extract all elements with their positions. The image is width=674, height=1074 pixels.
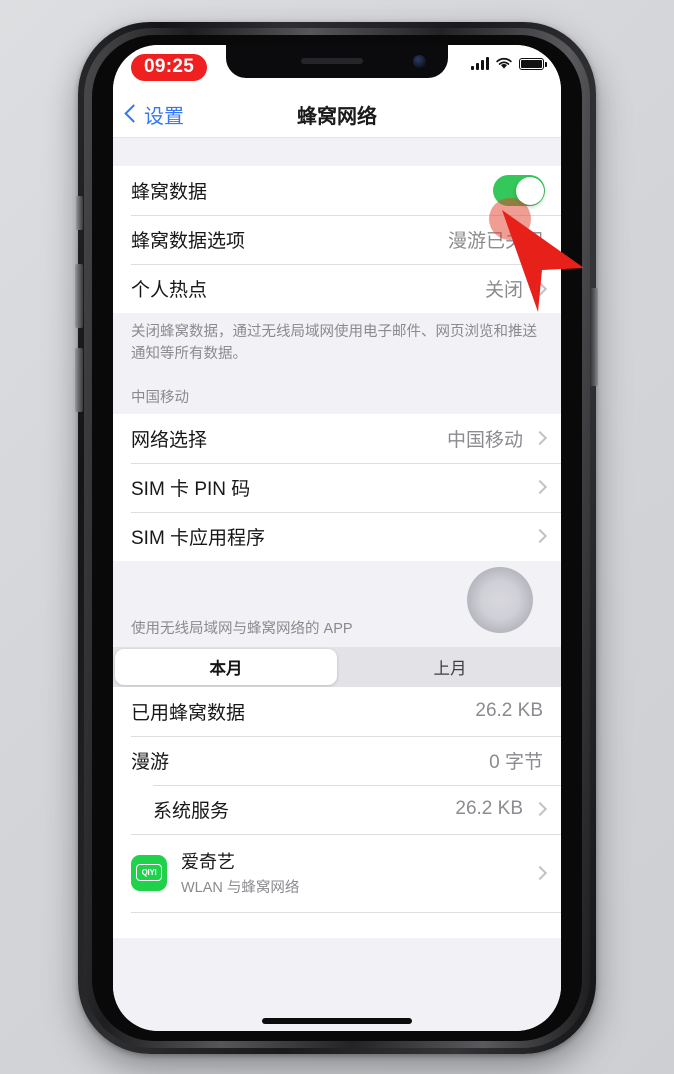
volume-up-button[interactable] [75,264,83,328]
chevron-right-icon [532,865,548,880]
home-indicator[interactable] [262,1018,412,1024]
iqiyi-app-icon: QIYI [131,854,167,891]
row-label: 蜂窝数据 [131,182,208,203]
row-cellular-data-used: 已用蜂窝数据 26.2 KB [113,686,561,736]
row-value: 漫游已关闭 [447,231,543,252]
row-label: SIM 卡 PIN 码 [131,478,251,500]
section-gap-top [113,138,561,166]
cellular-group: 蜂窝数据 蜂窝数据选项 漫游已关闭 个人热点 关闭 [113,166,561,313]
wifi-icon [496,57,512,69]
phone-screen: 09:25 设置 蜂窝网络 蜂窝数据 蜂窝数据选项 漫游已关闭 个人热点 关闭 … [113,45,561,1031]
app-icon-label: QIYI [136,864,162,881]
row-label: 漫游 [131,751,170,773]
chevron-right-icon [532,281,548,296]
gray-touch-indicator-icon [467,566,533,633]
row-label: SIM 卡应用程序 [131,527,266,549]
app-subtitle: WLAN 与蜂窝网络 [181,880,300,896]
status-bar-indicators [471,57,547,70]
segment-this-month[interactable]: 本月 [115,648,337,685]
silent-switch-button[interactable] [76,196,83,230]
carrier-section-header: 中国移动 [113,377,561,414]
chevron-right-icon [532,430,548,446]
toggle-knob [515,176,544,205]
navigation-bar: 设置 蜂窝网络 [113,91,561,138]
cellular-data-toggle[interactable] [493,175,545,206]
screenshot-stage: 09:25 设置 蜂窝网络 蜂窝数据 蜂窝数据选项 漫游已关闭 个人热点 关闭 … [0,0,674,1074]
status-bar: 09:25 [113,45,561,91]
carrier-group: 网络选择 中国移动 SIM 卡 PIN 码 SIM 卡应用程序 [113,413,561,561]
front-camera-icon [413,55,426,68]
apps-section-header: 使用无线局域网与蜂窝网络的 APP [131,620,353,637]
chevron-right-icon [532,801,548,817]
row-value: 0 字节 [489,751,543,773]
power-button[interactable] [590,288,598,386]
back-button-label: 设置 [144,105,184,128]
row-sim-pin[interactable]: SIM 卡 PIN 码 [113,462,561,512]
row-value: 关闭 [484,280,523,301]
row-system-services[interactable]: 系统服务 26.2 KB [113,784,561,834]
apps-section-header-area: 使用无线局域网与蜂窝网络的 APP [113,560,561,647]
row-roaming: 漫游 0 字节 [113,735,561,785]
volume-down-button[interactable] [75,348,83,412]
segment-last-month[interactable]: 上月 [339,647,561,687]
cellular-bars-icon [471,57,489,70]
row-sim-applications[interactable]: SIM 卡应用程序 [113,511,561,561]
cellular-footer-note: 关闭蜂窝数据，通过无线局域网使用电子邮件、网页浏览和推送通知等所有数据。 [113,313,561,378]
usage-group: 已用蜂窝数据 26.2 KB 漫游 0 字节 系统服务 26.2 KB QIYI [113,686,561,938]
app-text-block: 爱奇艺 WLAN 与蜂窝网络 [181,848,525,897]
chevron-right-icon [532,479,548,495]
app-list-item-partial[interactable] [113,911,561,938]
back-button[interactable]: 设置 [124,100,184,129]
row-label: 已用蜂窝数据 [131,702,246,724]
row-personal-hotspot[interactable]: 个人热点 关闭 [113,264,561,313]
display-notch [226,45,448,78]
row-label: 个人热点 [131,280,208,301]
row-label: 系统服务 [153,800,230,822]
app-name: 爱奇艺 [181,852,235,872]
row-label: 网络选择 [131,429,208,451]
chevron-left-icon [124,104,143,123]
row-value: 26.2 KB [475,700,543,721]
row-label: 蜂窝数据选项 [131,231,246,252]
row-cellular-data[interactable]: 蜂窝数据 [113,166,561,215]
status-bar-time: 09:25 [131,54,208,81]
earpiece-speaker-icon [301,58,364,64]
row-value: 中国移动 [446,429,523,451]
chevron-right-icon [532,528,548,544]
app-list-item-iqiyi[interactable]: QIYI 爱奇艺 WLAN 与蜂窝网络 [113,833,561,912]
month-segmented-control[interactable]: 本月 上月 [113,646,561,687]
row-cellular-data-options[interactable]: 蜂窝数据选项 漫游已关闭 [113,215,561,264]
battery-full-icon [519,57,547,70]
row-value: 26.2 KB [455,798,523,819]
row-network-selection[interactable]: 网络选择 中国移动 [113,413,561,463]
settings-scroll-view[interactable]: 蜂窝数据 蜂窝数据选项 漫游已关闭 个人热点 关闭 关闭蜂窝数据，通过无线局域网… [113,138,561,1031]
